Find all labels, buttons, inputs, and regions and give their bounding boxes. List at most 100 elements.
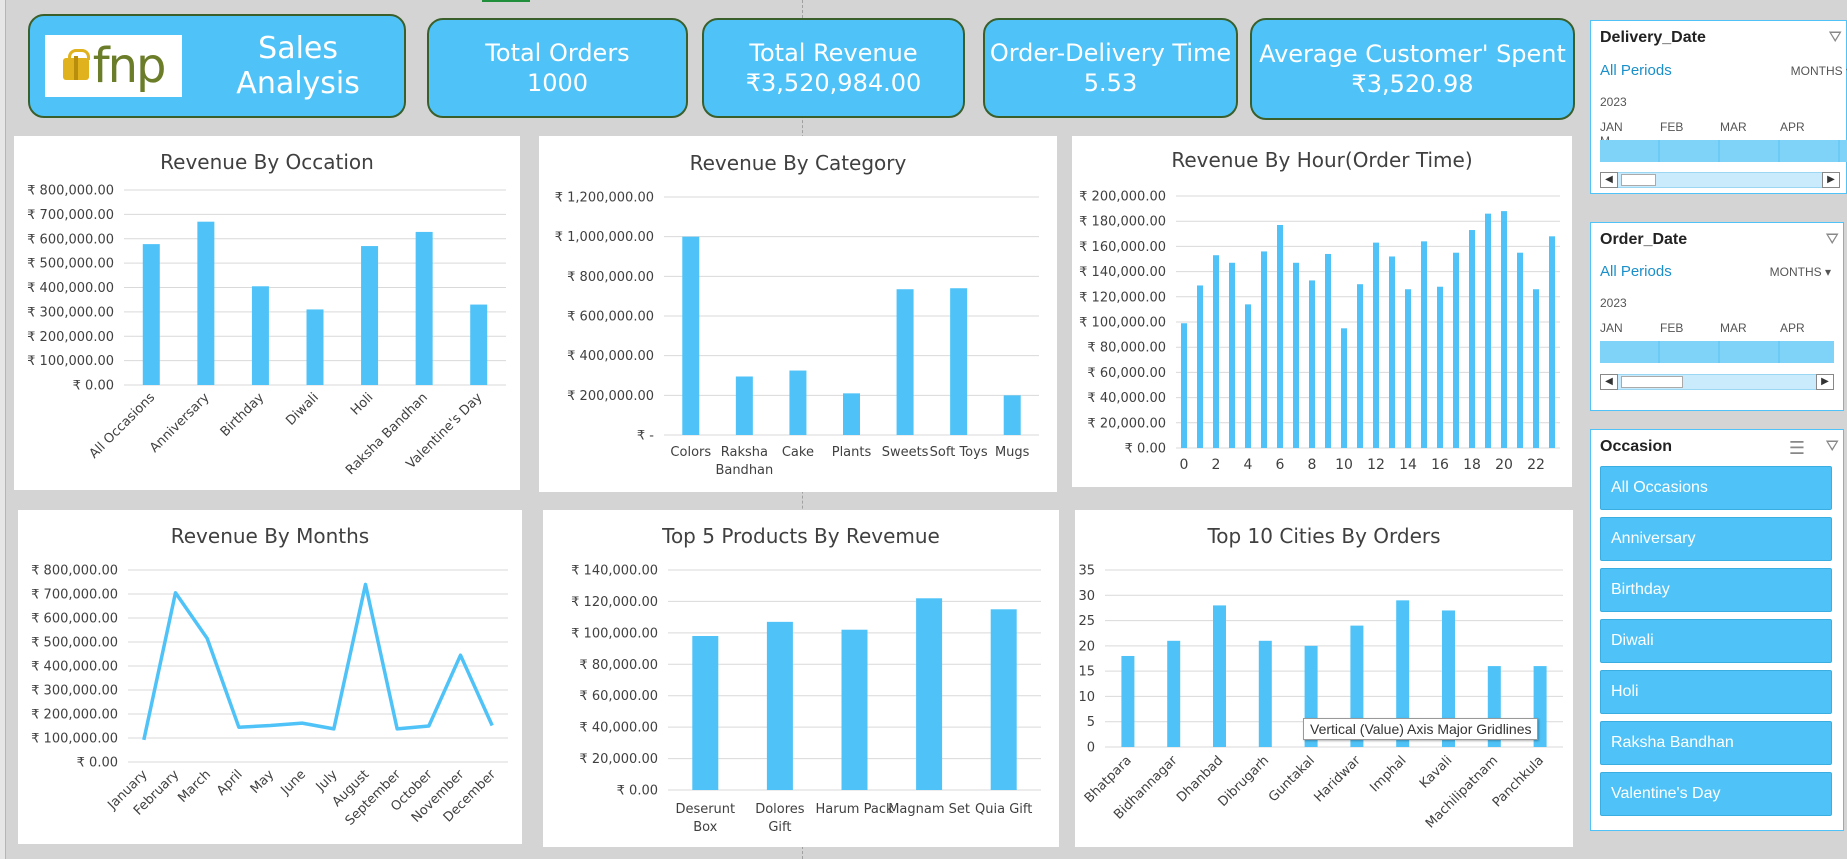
slicer-item-diwali[interactable]: Diwali (1600, 619, 1832, 663)
bar[interactable] (1293, 262, 1299, 448)
bar[interactable] (1341, 328, 1347, 448)
timeline-bar[interactable] (1600, 140, 1847, 162)
chart-revenue-by-occasion[interactable]: Revenue By Occation ₹ 0.00 ₹ 100,000.00 ₹ … (14, 136, 520, 490)
scroll-right-icon[interactable]: ▶ (1816, 374, 1834, 390)
chart-revenue-by-category[interactable]: Revenue By Category ₹ - ₹ 200,000.00 ₹ 400… (539, 136, 1057, 492)
bar[interactable] (1453, 252, 1459, 448)
y-tick-label: ₹ 400,000.00 (31, 660, 118, 675)
bar[interactable] (1501, 211, 1507, 448)
multi-select-icon[interactable]: ☰ (1789, 438, 1805, 459)
slicer-item-all-occasions[interactable]: All Occasions (1600, 466, 1832, 510)
bar[interactable] (1405, 289, 1411, 448)
bar[interactable] (1373, 242, 1379, 448)
clear-filter-icon[interactable]: ⛛ (1829, 29, 1842, 47)
category-label-soft-toys: Soft Toys (930, 445, 988, 460)
bar[interactable] (1213, 255, 1219, 448)
time-level-dropdown[interactable]: MONTHS ▾ (1791, 64, 1847, 78)
y-tick-label: ₹ 600,000.00 (567, 310, 654, 325)
slicer-item-raksha-bandhan[interactable]: Raksha Bandhan (1600, 721, 1832, 765)
scroll-right-icon[interactable]: ▶ (1822, 172, 1840, 188)
bar[interactable] (1533, 289, 1539, 448)
bar[interactable] (841, 629, 868, 790)
bar[interactable] (1517, 252, 1523, 448)
bar[interactable] (1167, 640, 1181, 747)
timeline-scrollbar[interactable]: ◀ ▶ (1600, 172, 1840, 188)
chart-top-5-products[interactable]: Top 5 Products By Revemue ₹ 0.00 ₹ 20,000… (543, 510, 1059, 847)
bar[interactable] (1437, 286, 1443, 448)
bar[interactable] (1003, 395, 1021, 435)
bar[interactable] (692, 636, 719, 790)
bar[interactable] (1213, 605, 1226, 747)
slicer-order-date[interactable]: Order_Date ⛛ All Periods MONTHS ▾ 2023 J… (1590, 222, 1844, 411)
slicer-occasion[interactable]: Occasion ☰ ⛛ All Occasions Anniversary B… (1590, 429, 1844, 831)
slicer-year: 2023 (1600, 95, 1627, 109)
bar[interactable] (950, 288, 968, 435)
bar[interactable] (251, 286, 269, 385)
timeline-bar[interactable] (1600, 341, 1834, 363)
bar[interactable] (1245, 304, 1251, 448)
y-tick-label: ₹ 1,000,000.00 (555, 230, 654, 245)
bar[interactable] (896, 289, 914, 435)
bar[interactable] (1357, 284, 1363, 448)
kpi-value: 5.53 (1083, 69, 1138, 97)
scroll-left-icon[interactable]: ◀ (1600, 374, 1618, 390)
bar[interactable] (470, 304, 488, 385)
bar[interactable] (1277, 224, 1283, 448)
y-tick-label: ₹ 60,000.00 (579, 689, 658, 704)
clear-filter-icon[interactable]: ⛛ (1826, 438, 1839, 456)
bar[interactable] (1309, 280, 1315, 448)
all-periods-link[interactable]: All Periods (1600, 263, 1672, 280)
bar[interactable] (990, 609, 1017, 790)
bar[interactable] (197, 221, 215, 385)
bar[interactable] (1197, 285, 1203, 448)
y-tick-label: ₹ 100,000.00 (571, 626, 658, 641)
bar[interactable] (1229, 262, 1235, 448)
clear-filter-icon[interactable]: ⛛ (1826, 231, 1839, 249)
y-tick-label: ₹ 200,000.00 (27, 330, 114, 345)
chart-revenue-by-months[interactable]: Revenue By Months ₹ 0.00 ₹ 100,000.00 ₹ 20… (18, 510, 522, 844)
x-tick-label: 4 (1244, 457, 1253, 473)
bar[interactable] (1258, 640, 1272, 747)
bar[interactable] (1181, 323, 1187, 448)
slicer-item-anniversary[interactable]: Anniversary (1600, 517, 1832, 561)
y-tick-label: ₹ 500,000.00 (31, 636, 118, 651)
bar[interactable] (735, 376, 753, 435)
bar[interactable] (415, 231, 433, 385)
chevron-down-icon: ▾ (1824, 265, 1831, 279)
category-label-birthday: Birthday (218, 390, 268, 440)
bar[interactable] (682, 236, 700, 435)
timeline-scrollbar[interactable]: ◀ ▶ (1600, 374, 1834, 390)
category-label-holi: Holi (348, 390, 376, 418)
category-label-magnam-set: Magnam Set (888, 802, 970, 817)
slicer-item-valentines-day[interactable]: Valentine's Day (1600, 772, 1832, 816)
bar[interactable] (789, 370, 807, 435)
scroll-thumb[interactable] (1621, 174, 1656, 186)
bar[interactable] (766, 621, 793, 790)
slicer-item-holi[interactable]: Holi (1600, 670, 1832, 714)
bar[interactable] (916, 598, 943, 790)
category-label-guntakal: Guntakal (1266, 753, 1318, 805)
bar[interactable] (843, 393, 860, 435)
bar[interactable] (1549, 236, 1555, 448)
bar[interactable] (361, 246, 379, 385)
bar[interactable] (142, 244, 160, 385)
slicer-item-birthday[interactable]: Birthday (1600, 568, 1832, 612)
bar[interactable] (1389, 256, 1395, 448)
all-periods-link[interactable]: All Periods (1600, 62, 1672, 79)
slicer-delivery-date[interactable]: Delivery_Date ⛛ All Periods MONTHS ▾ 202… (1590, 20, 1847, 194)
series-line[interactable] (142, 582, 494, 741)
bar[interactable] (1121, 655, 1135, 747)
bar[interactable] (1421, 241, 1427, 448)
bar[interactable] (1261, 251, 1267, 448)
chart-top-10-cities[interactable]: Top 10 Cities By Orders 0 5 10 15 20 25 30 35 Bh… (1075, 510, 1573, 847)
bar[interactable] (306, 309, 324, 385)
y-tick-label: ₹ 400,000.00 (567, 349, 654, 364)
scroll-left-icon[interactable]: ◀ (1600, 172, 1618, 188)
chart-revenue-by-hour[interactable]: Revenue By Hour(Order Time) ₹ 0.00 ₹ 20,0… (1072, 136, 1572, 487)
category-label-part: Deserunt (675, 802, 735, 817)
bar[interactable] (1485, 213, 1491, 448)
scroll-thumb[interactable] (1621, 376, 1683, 388)
bar[interactable] (1469, 230, 1475, 448)
bar[interactable] (1325, 253, 1331, 448)
time-level-dropdown[interactable]: MONTHS ▾ (1770, 265, 1831, 279)
